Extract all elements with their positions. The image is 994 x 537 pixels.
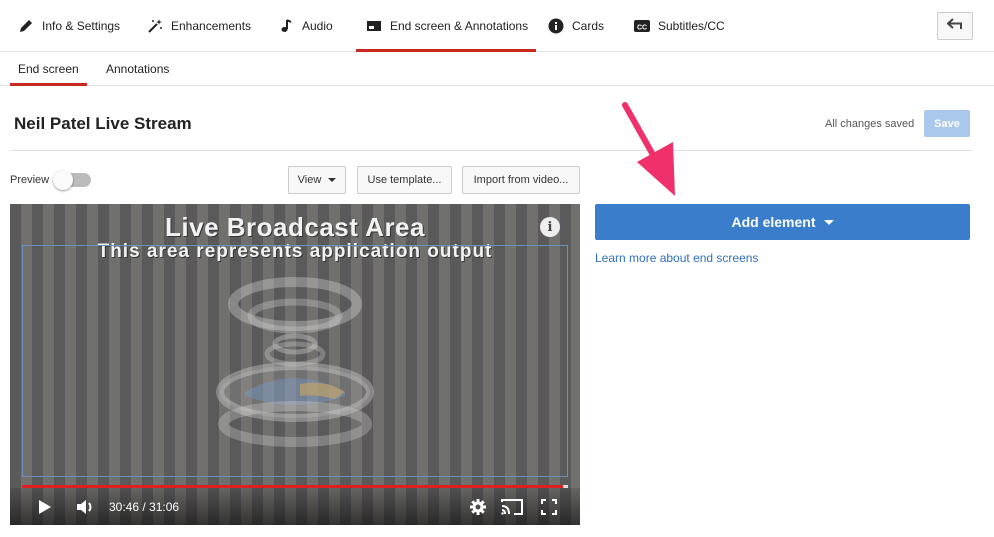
tab-label: End screen & Annotations (390, 19, 529, 33)
svg-text:CC: CC (637, 25, 647, 32)
tab-end-screen-annotations[interactable]: End screen & Annotations (355, 0, 537, 52)
video-info-icon[interactable]: i (540, 217, 560, 237)
back-arrow-icon (946, 17, 963, 35)
tab-label: Subtitles/CC (658, 19, 725, 33)
settings-gear-icon[interactable] (468, 497, 488, 517)
pencil-icon (18, 18, 34, 34)
caret-down-icon (328, 178, 337, 182)
divider (10, 150, 972, 151)
tab-label: Enhancements (171, 19, 252, 33)
add-element-label: Add element (731, 214, 816, 230)
page-title: Neil Patel Live Stream (14, 114, 192, 133)
import-label: Import from video... (473, 174, 569, 186)
add-element-button[interactable]: Add element (595, 204, 970, 240)
tab-subtitles-cc[interactable]: CC Subtitles/CC (634, 0, 725, 52)
end-screen-safe-area (22, 245, 568, 477)
toggle-knob (53, 170, 73, 190)
tab-info-settings[interactable]: Info & Settings (18, 0, 120, 52)
player-controls: 30:46 / 31:06 (10, 488, 580, 525)
tab-cards[interactable]: Cards (548, 0, 604, 52)
time-display: 30:46 / 31:06 (109, 500, 180, 514)
pointer-arrow-graphic (622, 102, 675, 196)
info-circle-icon (548, 18, 564, 34)
video-player[interactable]: Live Broadcast Area This area represents… (10, 204, 580, 525)
top-tab-bar: Info & Settings Enhancements Audio End s… (0, 0, 994, 52)
preview-label: Preview (10, 174, 50, 186)
use-template-button[interactable]: Use template... (357, 166, 452, 194)
music-note-icon (278, 18, 294, 34)
tab-label: Cards (572, 19, 605, 33)
save-button[interactable]: Save (924, 110, 970, 137)
play-icon[interactable] (36, 497, 54, 517)
use-template-label: Use template... (367, 174, 442, 186)
tab-audio[interactable]: Audio (278, 0, 333, 52)
end-screen-icon (366, 18, 382, 34)
caret-down-icon (823, 219, 834, 225)
view-button-label: View (297, 174, 322, 186)
sub-tab-bar: End screen Annotations (0, 52, 994, 86)
volume-icon[interactable] (75, 497, 97, 517)
preview-toggle[interactable] (53, 170, 91, 190)
cast-icon[interactable] (501, 497, 523, 517)
magic-wand-icon (147, 18, 163, 34)
back-button[interactable] (937, 12, 973, 40)
import-from-video-button[interactable]: Import from video... (462, 166, 580, 194)
subtab-label: Annotations (106, 62, 170, 76)
tab-enhancements[interactable]: Enhancements (147, 0, 251, 52)
subtab-label: End screen (18, 62, 79, 76)
tab-label: Audio (302, 19, 333, 33)
learn-more-link[interactable]: Learn more about end screens (595, 251, 758, 265)
save-status: All changes saved (825, 118, 915, 130)
subtab-end-screen[interactable]: End screen (10, 52, 87, 86)
fullscreen-icon[interactable] (540, 497, 558, 517)
cc-icon: CC (634, 18, 650, 34)
tab-label: Info & Settings (42, 19, 121, 33)
subtab-annotations[interactable]: Annotations (106, 52, 169, 86)
view-dropdown-button[interactable]: View (288, 166, 346, 194)
video-overlay-title: Live Broadcast Area (165, 212, 425, 242)
